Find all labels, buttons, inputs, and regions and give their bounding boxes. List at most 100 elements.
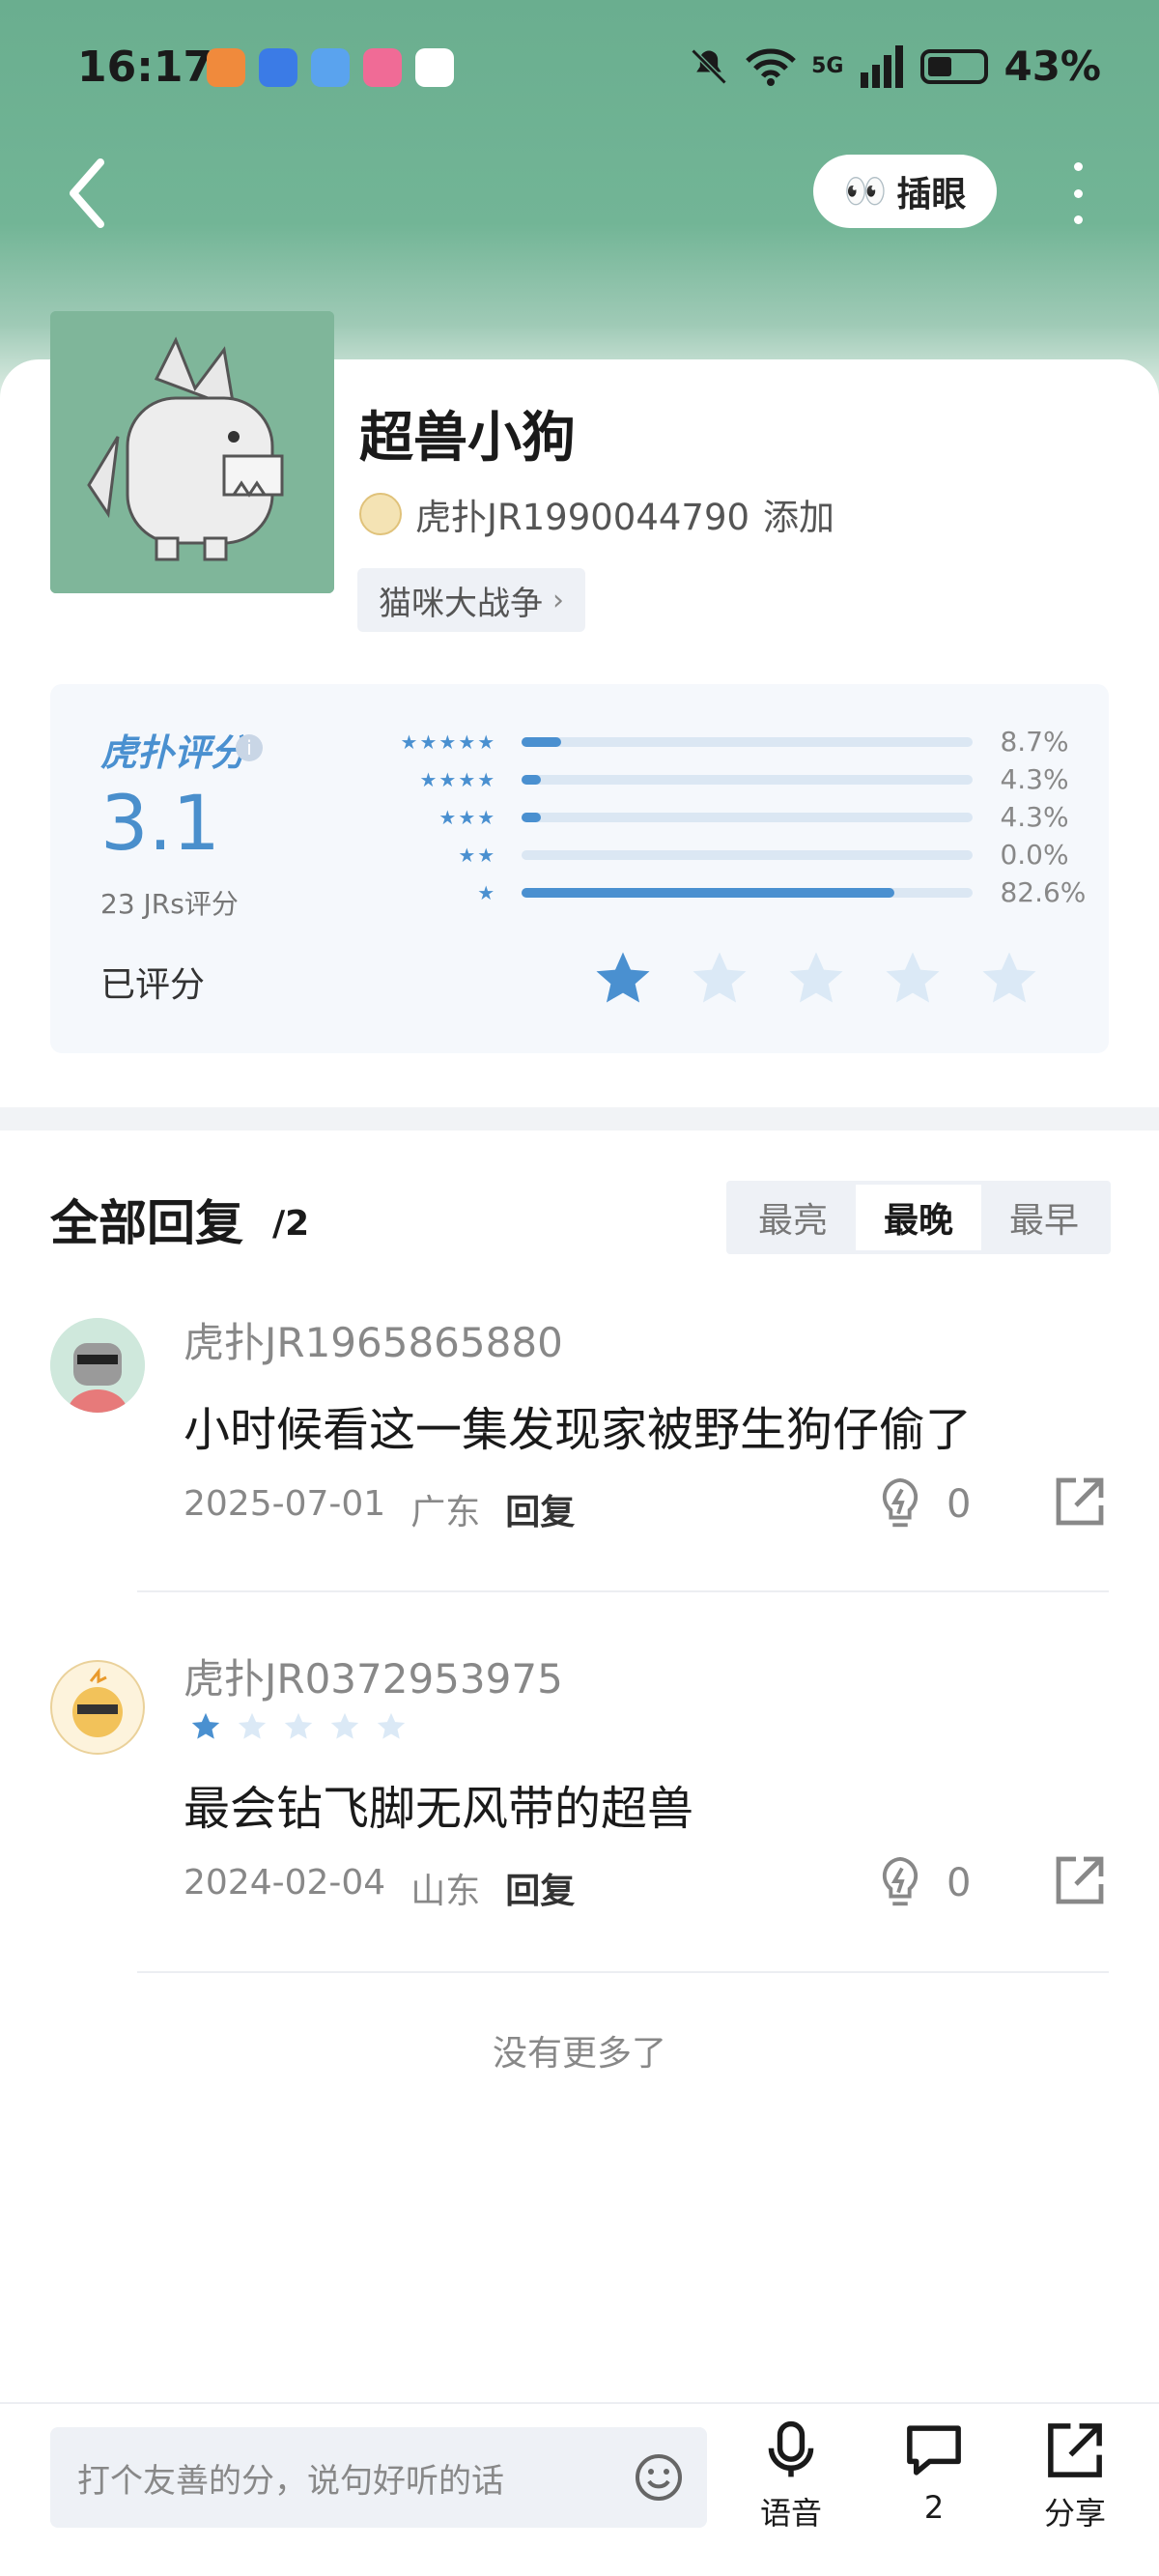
comments-button[interactable]: 2 [881,2419,987,2526]
peek-button[interactable]: 👀 插眼 [813,155,997,228]
reply-meta: 2025-07-01 广东 回复 [184,1484,575,1534]
distribution-row: ★★★★ 4.3% [340,760,1093,798]
reply-meta: 2024-02-04 山东 回复 [184,1863,575,1913]
reply-region: 广东 [410,1493,481,1532]
replies-title: 全部回复 [50,1195,243,1251]
hupu-rating-logo: 虎扑评分 [100,731,248,774]
signal-icon [861,44,904,88]
microphone-icon [768,2420,814,2477]
distribution-row: ★★★ 4.3% [340,798,1093,836]
category-tag-label: 猫咪大战争 [379,584,543,623]
reply-button[interactable]: 回复 [505,1863,575,1913]
lightbulb-icon[interactable] [875,1476,925,1532]
distribution-stars: ★★★★★ [400,730,497,754]
bilibili-icon [363,48,402,87]
status-indicators: 5G 43% [688,43,1101,90]
rating-star-icon[interactable] [881,947,945,1011]
avatar[interactable] [50,1318,145,1413]
distribution-stars: ★ [477,880,497,904]
rating-star-icon[interactable] [784,947,848,1011]
distribution-row: ★★ 0.0% [340,836,1093,873]
comment-input-placeholder: 打个友善的分，说句好听的话 [77,2461,504,2501]
voice-button[interactable]: 语音 [738,2419,844,2533]
wifi-icon [746,48,796,86]
distribution-bar-fill [522,736,561,747]
no-more-label: 没有更多了 [492,2034,666,2074]
share-icon [1048,2423,1102,2477]
distribution-bar [522,774,974,785]
rating-panel: 虎扑评分 i 3.1 23 JRs评分 已评分 ★★★★★ 8.7% ★★★★ 4.3… [50,684,1109,1053]
reply-username[interactable]: 虎扑JR1965865880 [184,1310,563,1369]
star-icon [236,1710,269,1747]
reply-item: 虎扑JR0372953975 最会钻飞脚无风带的超兽 2024-02-04 山东… [0,1646,1159,1975]
reply-text: 小时候看这一集发现家被野生狗仔偷了 [184,1403,973,1457]
sort-option[interactable]: 最晚 [856,1185,981,1250]
app-notification-icon [207,48,245,87]
comment-count: 2 [923,2489,945,2526]
like-count: 0 [947,1482,972,1527]
more-options-icon[interactable] [1059,162,1097,224]
like-count: 0 [947,1861,972,1905]
battery-icon [920,48,989,84]
distribution-stars: ★★★★ [419,767,497,791]
voice-label: 语音 [759,2495,822,2532]
app-notification-icon [311,48,350,87]
info-icon[interactable]: i [236,734,263,761]
distribution-row: ★ 82.6% [340,873,1093,911]
app-notification-icon [415,48,454,87]
avatar[interactable] [50,1660,145,1755]
peek-label: 插眼 [896,175,967,215]
sort-option[interactable]: 最亮 [730,1185,856,1250]
share-icon[interactable] [1053,1474,1107,1529]
reply-text: 最会钻飞脚无风带的超兽 [184,1782,694,1836]
average-score: 3.1 [100,781,221,868]
share-label: 分享 [1043,2495,1106,2532]
reply-rating-stars [189,1710,408,1747]
emoji-icon[interactable] [634,2452,684,2503]
reply-username[interactable]: 虎扑JR0372953975 [184,1646,563,1705]
distribution-stars: ★★ [458,843,497,867]
rating-star-icon[interactable] [591,947,655,1011]
star-icon [328,1710,361,1747]
lightbulb-icon[interactable] [875,1855,925,1911]
rating-star-icon[interactable] [688,947,751,1011]
sort-selector: 最亮 最晚 最早 [726,1181,1111,1254]
reply-region: 山东 [410,1872,481,1911]
share-icon[interactable] [1053,1853,1107,1907]
distribution-percent: 82.6% [1000,876,1087,908]
rating-star-icon[interactable] [977,947,1041,1011]
app-notification-icon [259,48,297,87]
reply-button[interactable]: 回复 [505,1484,575,1534]
status-bar: 16:17 5G 43% [0,0,1159,135]
sort-option[interactable]: 最早 [981,1185,1107,1250]
star-icon [375,1710,408,1747]
distribution-percent: 4.3% [1000,763,1069,795]
rated-label: 已评分 [100,965,206,1005]
distribution-bar [522,736,974,747]
distribution-bar [522,812,974,822]
comment-input[interactable]: 打个友善的分，说句好听的话 [50,2427,707,2528]
author-row[interactable]: 虎扑JR1990044790 添加 [359,488,834,540]
reply-divider [137,1590,1109,1592]
author-name: 虎扑JR1990044790 [415,497,750,538]
star-icon [189,1710,222,1747]
author-action: 添加 [763,497,835,538]
back-arrow-icon[interactable] [58,155,116,232]
network-type: 5G [811,54,844,78]
item-title: 超兽小狗 [359,407,576,470]
category-tag[interactable]: 猫咪大战争 › [357,568,585,632]
rating-distribution: ★★★★★ 8.7% ★★★★ 4.3% ★★★ 4.3% ★★ 0.0% ★ 82.6% [340,723,1093,911]
bottom-bar: 打个友善的分，说句好听的话 语音 2 分享 [0,2402,1159,2576]
status-time: 16:17 [77,43,213,92]
distribution-bar-fill [522,887,895,898]
distribution-percent: 0.0% [1000,839,1069,871]
distribution-percent: 8.7% [1000,726,1069,758]
reply-item: 虎扑JR1965865880 小时候看这一集发现家被野生狗仔偷了 2025-07… [0,1310,1159,1600]
my-rating-stars[interactable] [591,947,1041,1011]
distribution-stars: ★★★ [438,805,497,829]
distribution-bar [522,849,974,860]
distribution-row: ★★★★★ 8.7% [340,723,1093,760]
reply-date: 2025-07-01 [184,1484,386,1524]
section-divider [0,1107,1159,1131]
share-button[interactable]: 分享 [1022,2419,1128,2533]
